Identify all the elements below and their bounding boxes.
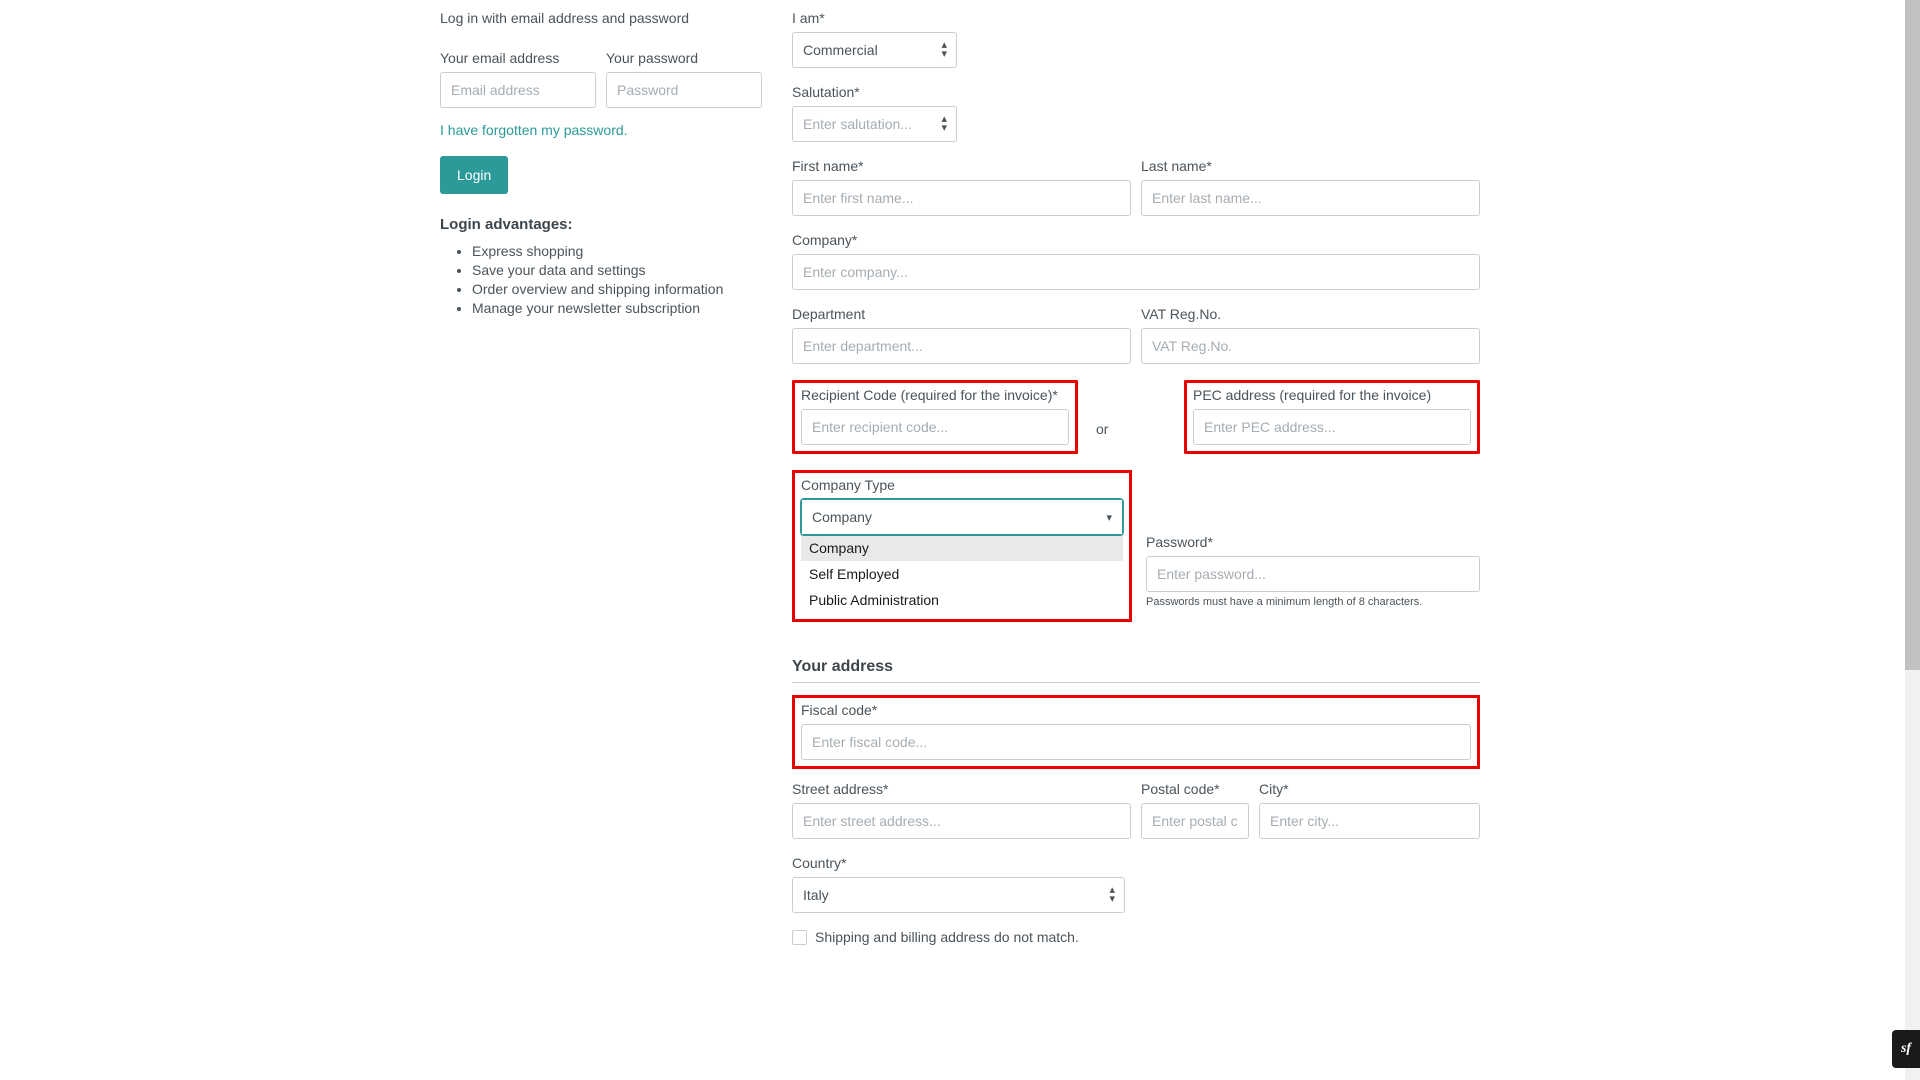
country-label: Country* [792,855,1125,871]
register-password-input[interactable] [1146,556,1480,592]
recipient-code-label: Recipient Code (required for the invoice… [801,387,1069,403]
symfony-badge-icon[interactable]: sf [1892,1030,1920,1068]
register-panel: I am* Commercial Salutation* Enter salut… [792,10,1480,945]
forgot-password-link[interactable]: I have forgotten my password. [440,122,628,138]
company-type-label: Company Type [801,477,1123,493]
iam-select[interactable]: Commercial [792,32,957,68]
postal-label: Postal code* [1141,781,1249,797]
address-mismatch-checkbox[interactable] [792,930,807,945]
password-label: Your password [606,50,762,66]
or-text: or [1078,397,1126,437]
department-label: Department [792,306,1131,322]
your-address-heading: Your address [792,658,1480,683]
company-type-highlight: Company Type Company ▾ Company Self Empl… [792,470,1132,622]
fiscal-code-label: Fiscal code* [801,702,1471,718]
company-type-option-selfemployed[interactable]: Self Employed [801,561,1123,587]
salutation-select[interactable]: Enter salutation... [792,106,957,142]
login-panel: Log in with email address and password Y… [440,10,762,945]
street-label: Street address* [792,781,1131,797]
vat-label: VAT Reg.No. [1141,306,1480,322]
advantage-item: Express shopping [472,243,762,259]
advantage-item: Save your data and settings [472,262,762,278]
pec-address-highlight: PEC address (required for the invoice) [1184,380,1480,454]
recipient-code-input[interactable] [801,409,1069,445]
lastname-input[interactable] [1141,180,1480,216]
firstname-label: First name* [792,158,1131,174]
login-button[interactable]: Login [440,156,508,194]
recipient-code-highlight: Recipient Code (required for the invoice… [792,380,1078,454]
chevron-down-icon: ▾ [1106,511,1112,524]
company-input[interactable] [792,254,1480,290]
scrollbar-thumb[interactable] [1905,0,1920,670]
company-type-select[interactable]: Company ▾ [801,499,1123,535]
city-label: City* [1259,781,1480,797]
fiscal-code-input[interactable] [801,724,1471,760]
city-input[interactable] [1259,803,1480,839]
lastname-label: Last name* [1141,158,1480,174]
vat-input[interactable] [1141,328,1480,364]
street-input[interactable] [792,803,1131,839]
advantages-list: Express shopping Save your data and sett… [440,243,762,316]
email-input[interactable] [440,72,596,108]
password-hint: Passwords must have a minimum length of … [1146,596,1480,608]
login-intro: Log in with email address and password [440,10,762,26]
firstname-input[interactable] [792,180,1131,216]
password-input[interactable] [606,72,762,108]
department-input[interactable] [792,328,1131,364]
scrollbar[interactable] [1905,0,1920,1080]
salutation-label: Salutation* [792,84,957,100]
company-type-value: Company [812,509,872,525]
register-password-label: Password* [1146,534,1480,550]
fiscal-code-highlight: Fiscal code* [792,695,1480,769]
advantage-item: Manage your newsletter subscription [472,300,762,316]
advantages-heading: Login advantages: [440,216,762,233]
company-type-option-company[interactable]: Company [801,535,1123,561]
postal-input[interactable] [1141,803,1249,839]
email-label: Your email address [440,50,596,66]
company-label: Company* [792,232,1480,248]
country-select[interactable]: Italy [792,877,1125,913]
advantage-item: Order overview and shipping information [472,281,762,297]
pec-label: PEC address (required for the invoice) [1193,387,1471,403]
iam-label: I am* [792,10,957,26]
company-type-option-publicadmin[interactable]: Public Administration [801,587,1123,613]
address-mismatch-label: Shipping and billing address do not matc… [815,929,1079,945]
company-type-dropdown: Company Self Employed Public Administrat… [801,535,1123,613]
pec-input[interactable] [1193,409,1471,445]
